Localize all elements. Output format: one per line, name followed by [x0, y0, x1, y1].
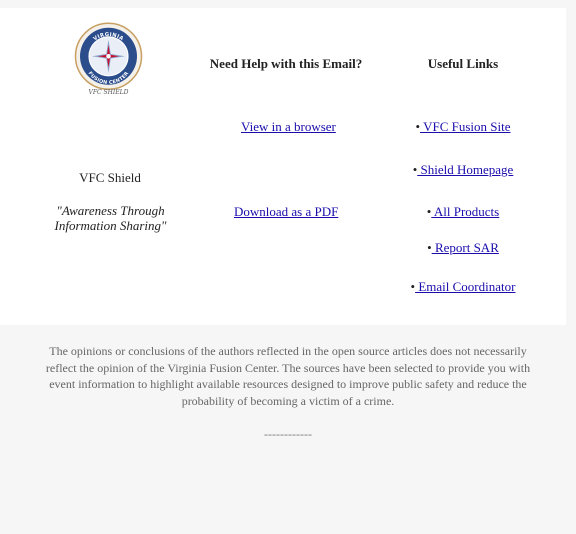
view-in-browser-link[interactable]: View in a browser [241, 119, 336, 135]
useful-links-header: Useful Links [427, 56, 499, 71]
useful-link-item: • All Products [398, 204, 528, 220]
report-sar-link[interactable]: Report SAR [432, 240, 499, 255]
brand-name: VFC Shield [79, 170, 141, 185]
disclaimer-text: The opinions or conclusions of the autho… [45, 344, 531, 408]
download-pdf-link[interactable]: Download as a PDF [234, 204, 338, 220]
useful-link-item: • Report SAR [398, 240, 528, 256]
shield-homepage-link[interactable]: Shield Homepage [417, 162, 514, 177]
useful-link-item: • Shield Homepage [398, 162, 528, 178]
all-products-link[interactable]: All Products [431, 204, 499, 219]
footer-panel: VIRGINIA FUSION CENTER VFC SHIELD Need H… [0, 8, 566, 325]
vfc-shield-logo: VIRGINIA FUSION CENTER VFC SHIELD [74, 22, 143, 96]
vfc-fusion-site-link[interactable]: VFC Fusion Site [420, 119, 510, 134]
help-header: Need Help with this Email? [209, 56, 363, 71]
brand-tagline: "Awareness Through Information Sharing" [54, 203, 167, 233]
useful-link-item: • Email Coordinator [398, 279, 528, 295]
email-coordinator-link[interactable]: Email Coordinator [415, 279, 515, 294]
useful-link-item: • VFC Fusion Site [398, 119, 528, 135]
separator: ------------ [264, 427, 312, 441]
svg-text:VFC SHIELD: VFC SHIELD [89, 89, 129, 96]
